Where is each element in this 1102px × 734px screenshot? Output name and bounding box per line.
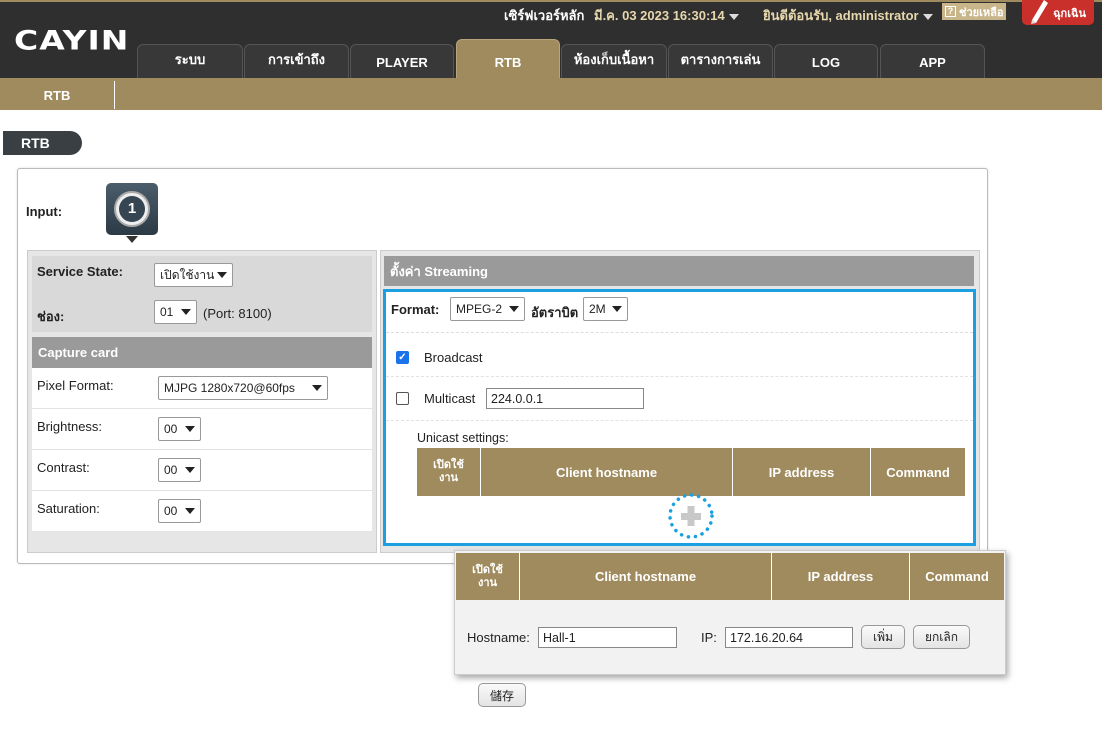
- page-title: RTB: [3, 131, 82, 155]
- tab-system[interactable]: ระบบ: [137, 44, 243, 78]
- popup-col-enable: เปิดใช้งาน: [456, 553, 520, 600]
- contrast-select[interactable]: 00: [158, 458, 201, 482]
- channel-label: ช่อง:: [37, 309, 65, 324]
- chevron-down-icon: [509, 306, 519, 312]
- chevron-down-icon: [185, 508, 195, 514]
- contrast-label: Contrast:: [37, 460, 90, 475]
- chevron-down-icon: [181, 309, 191, 315]
- capture-card-header: Capture card: [32, 337, 372, 368]
- channel-value: 01: [160, 305, 174, 319]
- multicast-label: Multicast: [424, 391, 476, 406]
- pencil-icon: [1031, 0, 1048, 24]
- hostname-input[interactable]: Hall-1: [538, 627, 677, 648]
- input-label: Input:: [26, 204, 63, 219]
- pixel-format-label: Pixel Format:: [37, 378, 114, 393]
- help-label: ช่วยเหลือ: [959, 6, 1004, 19]
- broadcast-checkbox[interactable]: ✓: [396, 351, 409, 364]
- brightness-select[interactable]: 00: [158, 417, 201, 441]
- divider: [386, 420, 973, 421]
- service-state-value: เปิดใช้งาน: [160, 267, 215, 282]
- hostname-label: Hostname:: [467, 630, 530, 645]
- bitrate-value: 2M: [589, 302, 606, 316]
- brightness-label: Brightness:: [37, 419, 103, 434]
- top-accent-line: [0, 0, 1102, 2]
- popup-col-command: Command: [910, 553, 1004, 600]
- add-unicast-plus-icon[interactable]: [666, 491, 716, 541]
- multicast-ip-input[interactable]: 224.0.0.1: [486, 388, 644, 409]
- divider: [386, 376, 973, 377]
- popup-col-hostname: Client hostname: [520, 553, 772, 600]
- tab-rtb[interactable]: RTB: [456, 39, 560, 78]
- tab-schedule[interactable]: ตารางการเล่น: [668, 44, 773, 78]
- format-label: Format:: [391, 302, 440, 317]
- chevron-down-icon: [922, 13, 933, 20]
- contrast-value: 00: [164, 463, 178, 477]
- unicast-label: Unicast settings:: [417, 431, 509, 445]
- subtab-rtb[interactable]: RTB: [0, 81, 115, 109]
- divider: [386, 332, 973, 333]
- cancel-button[interactable]: ยกเลิก: [913, 625, 970, 649]
- emergency-label: ฉุกเฉิน: [1053, 7, 1086, 20]
- selected-arrow-icon: [126, 236, 138, 243]
- chevron-down-icon: [185, 426, 195, 432]
- server-label: เซิร์ฟเวอร์หลัก: [504, 8, 585, 23]
- saturation-label: Saturation:: [37, 501, 100, 516]
- brightness-value: 00: [164, 422, 178, 436]
- tab-log[interactable]: LOG: [774, 44, 878, 78]
- chevron-down-icon: [185, 467, 195, 473]
- unicast-col-command: Command: [871, 448, 965, 496]
- popup-col-ip: IP address: [772, 553, 910, 600]
- input-number: 1: [119, 196, 145, 222]
- datetime-dropdown[interactable]: มี.ค. 03 2023 16:30:14: [594, 5, 739, 26]
- format-value: MPEG-2: [456, 302, 503, 316]
- streaming-header: ตั้งค่า Streaming: [384, 256, 974, 286]
- ip-input[interactable]: 172.16.20.64: [725, 627, 853, 648]
- chevron-down-icon: [612, 306, 622, 312]
- bitrate-label: อัตราบิต: [531, 305, 579, 320]
- chevron-down-icon: [728, 13, 739, 20]
- broadcast-label: Broadcast: [424, 350, 483, 365]
- datetime-text: มี.ค. 03 2023 16:30:14: [594, 8, 725, 23]
- service-state-select[interactable]: เปิดใช้งาน: [154, 263, 233, 287]
- sub-navigation-bar: [0, 78, 1102, 110]
- tab-content-storage[interactable]: ห้องเก็บเนื้อหา: [561, 44, 667, 78]
- question-icon: ?: [945, 6, 956, 17]
- multicast-checkbox[interactable]: [396, 392, 409, 405]
- input-1-button[interactable]: 1: [106, 183, 158, 235]
- tab-player[interactable]: PLAYER: [350, 44, 454, 78]
- tab-access[interactable]: การเข้าถึง: [244, 44, 349, 78]
- unicast-col-enable: เปิดใช้งาน: [417, 448, 481, 496]
- col-enable-text: เปิดใช้งาน: [472, 563, 503, 589]
- help-button[interactable]: ? ช่วยเหลือ: [942, 3, 1007, 20]
- pixel-format-select[interactable]: MJPG 1280x720@60fps: [158, 376, 328, 400]
- saturation-value: 00: [164, 504, 178, 518]
- chevron-down-icon: [312, 385, 322, 391]
- unicast-col-hostname: Client hostname: [481, 448, 733, 496]
- service-state-label: Service State:: [37, 264, 123, 279]
- cayin-logo: CAYIN: [14, 24, 130, 56]
- user-menu[interactable]: ยินดีต้อนรับ, administrator: [763, 5, 933, 26]
- save-button[interactable]: 儲存: [478, 683, 526, 707]
- saturation-select[interactable]: 00: [158, 499, 201, 523]
- bitrate-select[interactable]: 2M: [583, 297, 628, 321]
- emergency-button[interactable]: ฉุกเฉิน: [1022, 0, 1094, 25]
- chevron-down-icon: [217, 272, 227, 278]
- port-text: (Port: 8100): [203, 306, 272, 321]
- col-enable-text: เปิดใช้งาน: [433, 459, 464, 484]
- ip-label: IP:: [701, 630, 717, 645]
- add-button[interactable]: เพิ่ม: [861, 625, 905, 649]
- tab-app[interactable]: APP: [880, 44, 985, 78]
- welcome-text: ยินดีต้อนรับ, administrator: [763, 8, 919, 23]
- channel-select[interactable]: 01: [154, 300, 197, 324]
- unicast-col-ip: IP address: [733, 448, 871, 496]
- format-select[interactable]: MPEG-2: [450, 297, 525, 321]
- pixel-format-value: MJPG 1280x720@60fps: [164, 381, 295, 395]
